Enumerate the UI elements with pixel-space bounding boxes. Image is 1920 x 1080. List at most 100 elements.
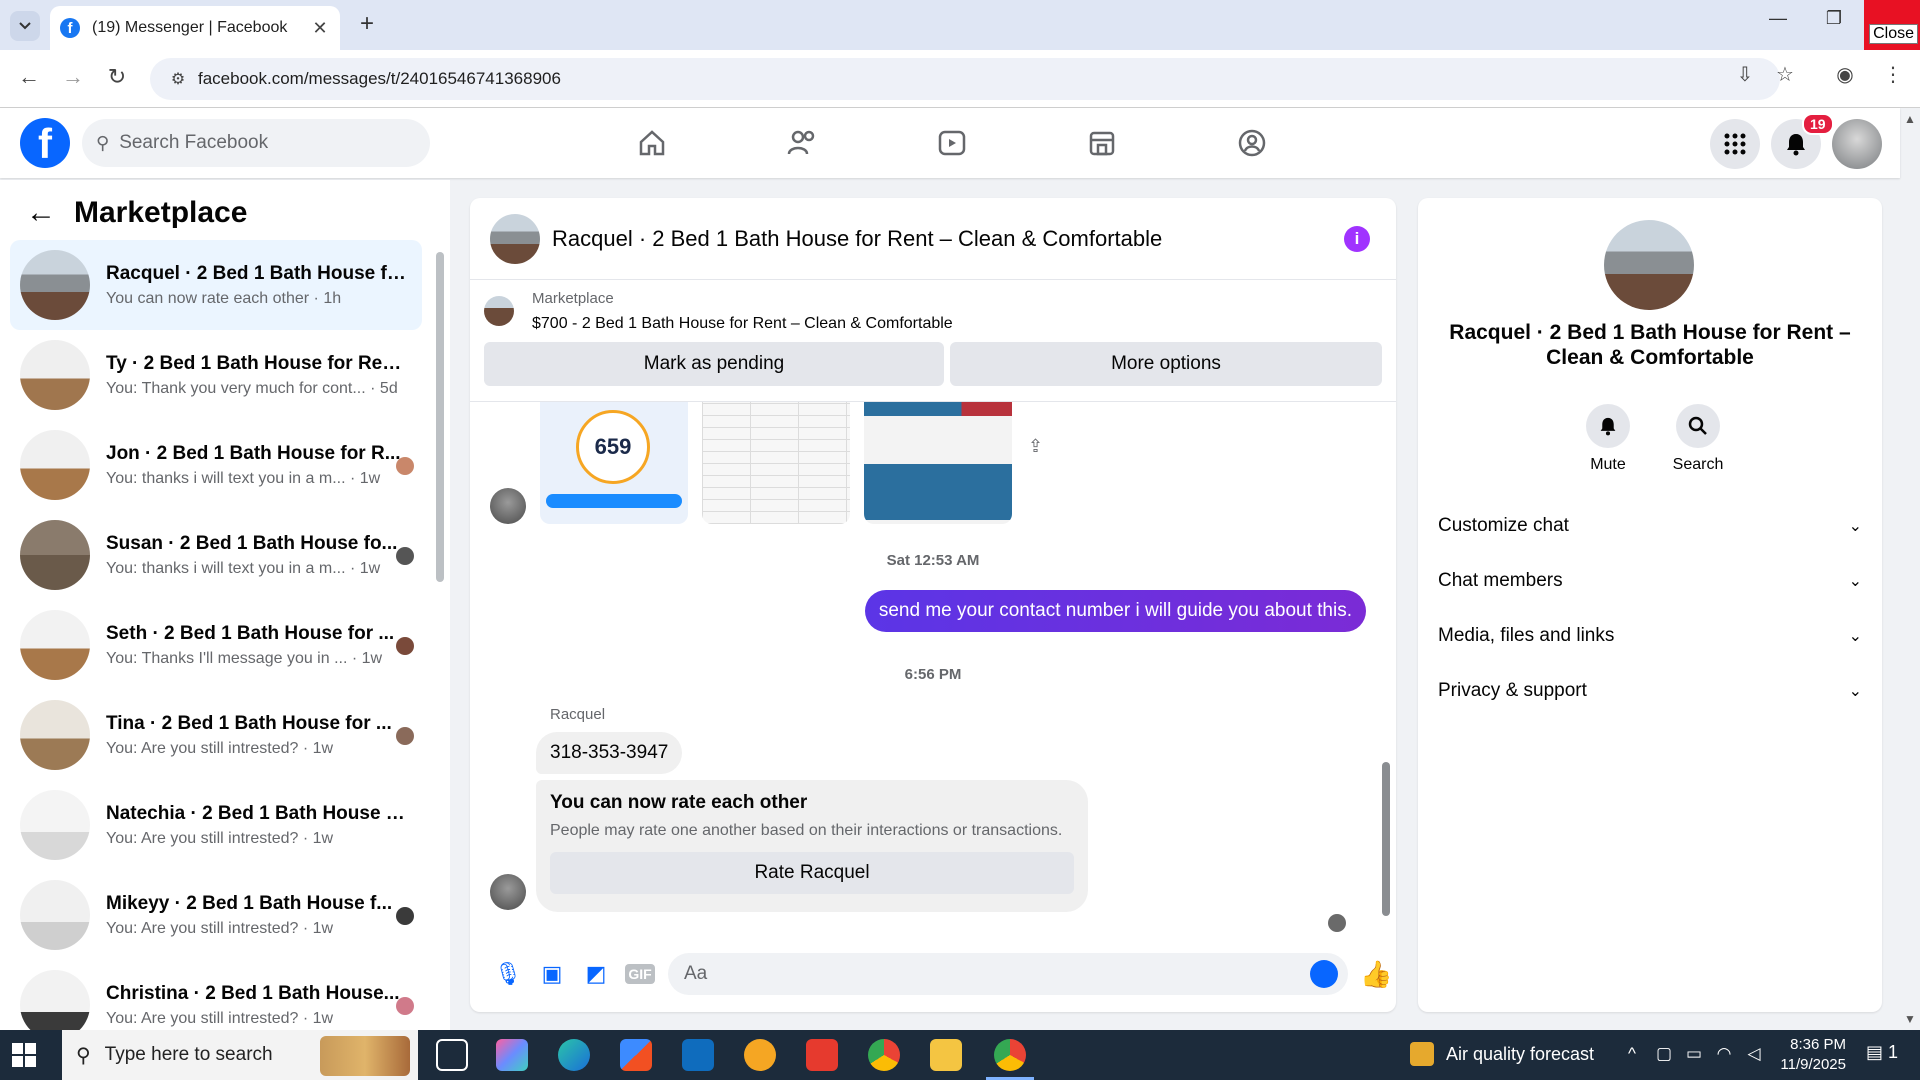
sender-avatar[interactable] (490, 488, 526, 524)
windows-start-icon[interactable] (12, 1043, 36, 1067)
report-image[interactable] (864, 402, 1012, 524)
install-app-icon[interactable]: ⇩ (1730, 62, 1760, 87)
meet-icon[interactable]: ▢ (1652, 1044, 1676, 1064)
marketplace-icon[interactable] (1072, 122, 1132, 164)
media-files-links-row[interactable]: Media, files and links ⌄ (1438, 616, 1862, 656)
chrome-icon[interactable] (868, 1039, 900, 1071)
site-info-icon[interactable]: ⚙ (158, 69, 198, 89)
incoming-message[interactable]: 318-353-3947 (536, 732, 683, 774)
chat-item-mikeyy[interactable]: Mikeyy · 2 Bed 1 Bath House f... You: Are… (10, 870, 422, 960)
sender-avatar[interactable] (490, 874, 526, 910)
listing-thumbnail[interactable] (484, 296, 514, 326)
chat-item-susan[interactable]: Susan · 2 Bed 1 Bath House fo... You: tha… (10, 510, 422, 600)
outgoing-message[interactable]: send me your contact number i will guide… (864, 590, 1366, 632)
chat-name: Mikeyy · 2 Bed 1 Bath House f... (106, 892, 393, 914)
profile-icon[interactable]: ◉ (1830, 62, 1860, 87)
chat-item-ty[interactable]: Ty · 2 Bed 1 Bath House for Rent... You: … (10, 330, 422, 420)
chat-item-jon[interactable]: Jon · 2 Bed 1 Bath House for R... You: th… (10, 420, 422, 510)
url-text[interactable]: facebook.com/messages/t/2401654674136890… (198, 69, 561, 89)
scroll-down-arrow-icon[interactable]: ▼ (1904, 1012, 1916, 1026)
more-options-button[interactable]: More options (950, 342, 1382, 386)
back-arrow-icon[interactable]: ← (26, 196, 56, 230)
close-tooltip: Close (1869, 24, 1918, 44)
taskbar-search[interactable]: ⚲ Type here to search (62, 1030, 418, 1080)
chat-members-row[interactable]: Chat members ⌄ (1438, 561, 1862, 601)
browser-tab-messenger[interactable]: f (19) Messenger | Facebook ✕ (50, 6, 340, 50)
microphone-icon[interactable]: 🎙 (486, 961, 530, 987)
volume-icon[interactable]: ◁ (1742, 1044, 1766, 1064)
tab-close-icon[interactable]: ✕ (310, 18, 330, 39)
rate-racquel-button[interactable]: Rate Racquel (550, 852, 1074, 894)
wifi-icon[interactable]: ◠ (1712, 1044, 1736, 1064)
reload-button[interactable]: ↻ (102, 64, 132, 90)
task-view-icon[interactable] (436, 1039, 468, 1071)
anydesk-icon[interactable] (806, 1039, 838, 1071)
chat-preview: You: Thank you very much for cont... · 5… (106, 379, 398, 397)
message-input[interactable] (684, 963, 1284, 985)
page-scrollbar[interactable]: ▲ ▼ (1900, 108, 1920, 1028)
store-icon[interactable] (620, 1039, 652, 1071)
thread-scrollbar[interactable] (1380, 410, 1392, 930)
conversation-title[interactable]: Racquel · 2 Bed 1 Bath House for Rent – … (552, 226, 1162, 252)
photo-icon[interactable]: ▣ (530, 961, 574, 987)
outlook-icon[interactable] (682, 1039, 714, 1071)
chat-item-tina[interactable]: Tina · 2 Bed 1 Bath House for ... You: Ar… (10, 690, 422, 780)
system-clock[interactable]: 8:36 PM 11/9/2025 (1776, 1035, 1846, 1075)
restore-button[interactable]: ❐ (1814, 8, 1854, 29)
home-icon[interactable] (622, 122, 682, 164)
chat-list-scrollbar[interactable] (434, 240, 446, 1020)
credit-report-image[interactable]: 659 (540, 402, 688, 524)
scrollbar-thumb[interactable] (436, 252, 444, 582)
info-icon[interactable]: i (1344, 226, 1370, 252)
bookmark-star-icon[interactable]: ☆ (1770, 62, 1800, 87)
vpn-icon[interactable] (744, 1039, 776, 1071)
chat-item-natechia[interactable]: Natechia · 2 Bed 1 Bath House f... You: A… (10, 780, 422, 870)
listing-title[interactable]: $700 - 2 Bed 1 Bath House for Rent – Cle… (532, 315, 953, 333)
account-avatar[interactable] (1832, 119, 1882, 169)
notification-center-icon[interactable]: ▤ 1 (1866, 1042, 1898, 1063)
seen-avatar (396, 457, 414, 475)
mark-as-pending-button[interactable]: Mark as pending (484, 342, 944, 386)
sticker-icon[interactable]: ◩ (574, 961, 618, 987)
chat-preview: You: Are you still intrested? · 1w (106, 829, 334, 847)
search-action[interactable]: Search (1658, 404, 1738, 474)
customize-chat-row[interactable]: Customize chat ⌄ (1438, 506, 1862, 546)
facebook-search-input[interactable] (119, 132, 400, 154)
privacy-support-row[interactable]: Privacy & support ⌄ (1438, 671, 1862, 711)
mute-action[interactable]: Mute (1568, 404, 1648, 474)
emoji-icon[interactable] (1310, 960, 1338, 988)
chat-preview: You: Are you still intrested? · 1w (106, 739, 334, 757)
info-avatar[interactable] (1604, 220, 1694, 310)
facebook-favicon-icon: f (60, 18, 80, 38)
new-tab-button[interactable]: + (352, 10, 382, 38)
forward-button[interactable]: → (58, 64, 88, 90)
file-explorer-icon[interactable] (930, 1039, 962, 1071)
groups-icon[interactable] (1222, 122, 1282, 164)
back-button[interactable]: ← (14, 64, 44, 90)
tab-search-button[interactable] (10, 11, 40, 41)
tray-chevron-up-icon[interactable]: ^ (1620, 1044, 1644, 1064)
chrome-active-icon[interactable] (986, 1039, 1034, 1080)
gif-icon[interactable]: GIF (625, 964, 655, 984)
facebook-search[interactable]: ⚲ (82, 119, 430, 167)
browser-menu-icon[interactable]: ⋮ (1878, 62, 1908, 87)
scroll-up-arrow-icon[interactable]: ▲ (1904, 112, 1916, 126)
friends-icon[interactable] (772, 122, 832, 164)
weather-widget[interactable]: Air quality forecast (1410, 1042, 1594, 1066)
thumbs-up-icon[interactable]: 👍 (1360, 959, 1392, 990)
message-input-box[interactable] (668, 953, 1348, 995)
scrollbar-thumb[interactable] (1382, 762, 1390, 916)
table-image[interactable] (702, 402, 850, 524)
edge-icon[interactable] (558, 1039, 590, 1071)
copilot-icon[interactable] (496, 1039, 528, 1071)
facebook-logo-icon[interactable]: f (20, 118, 70, 168)
conversation-avatar[interactable] (490, 213, 540, 264)
minimize-button[interactable]: — (1758, 8, 1798, 29)
chat-item-seth[interactable]: Seth · 2 Bed 1 Bath House for ... You: Th… (10, 600, 422, 690)
share-icon[interactable]: ⇪ (1028, 436, 1043, 457)
battery-icon[interactable]: ▭ (1682, 1044, 1706, 1064)
video-icon[interactable] (922, 122, 982, 164)
menu-grid-icon[interactable] (1710, 119, 1760, 169)
chat-item-racquel[interactable]: Racquel · 2 Bed 1 Bath House fo... You ca… (10, 240, 422, 330)
omnibox[interactable]: ⚙ facebook.com/messages/t/24016546741368… (150, 58, 1780, 100)
